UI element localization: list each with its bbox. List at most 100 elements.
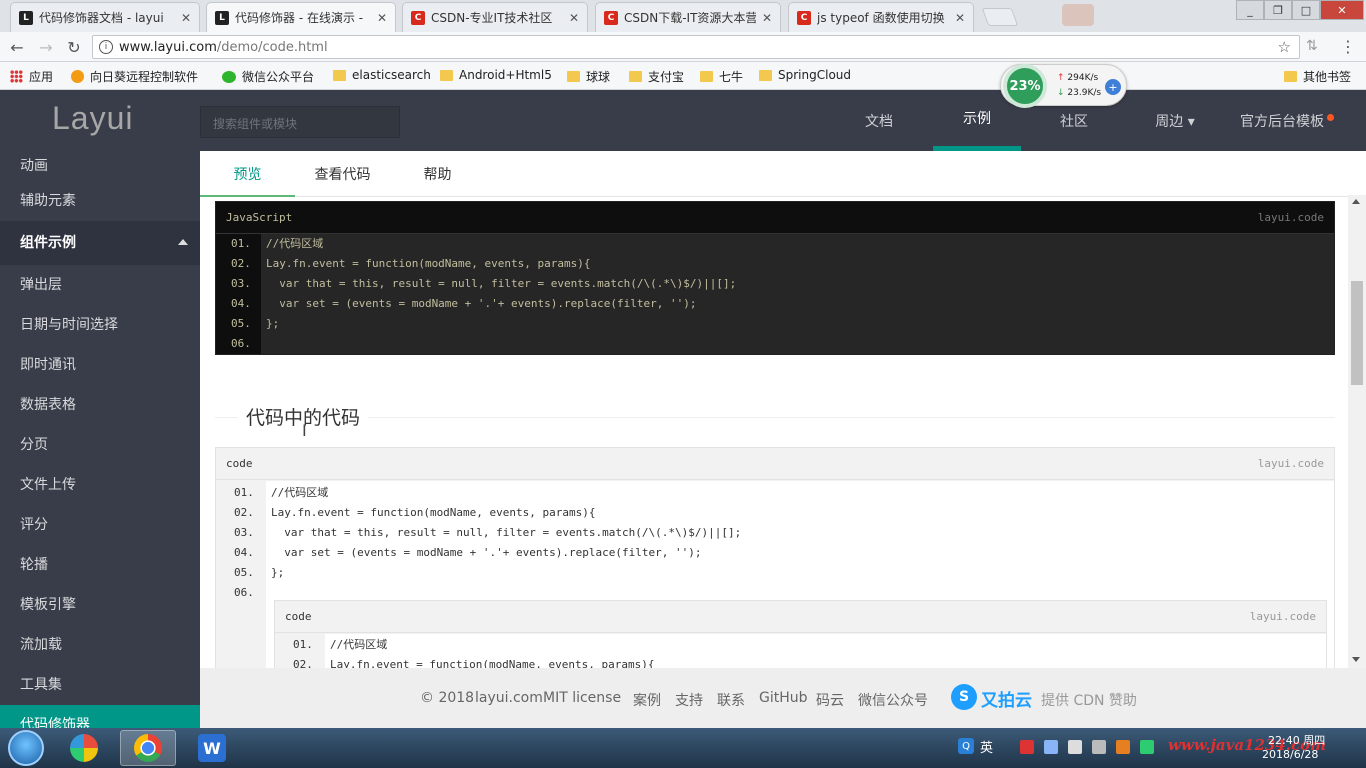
footer-license-link[interactable]: MIT license bbox=[543, 690, 621, 706]
minimize-icon[interactable]: _ bbox=[1236, 0, 1264, 20]
code-body: 01. //代码区域 02. Lay.fn.event = function(mod… bbox=[216, 234, 1334, 354]
star-icon[interactable]: ☆ bbox=[1278, 38, 1291, 56]
chrome-icon bbox=[134, 734, 162, 762]
tray-network-icon[interactable] bbox=[1044, 740, 1058, 754]
upyun-icon[interactable]: S bbox=[951, 684, 977, 710]
line-number: 03. bbox=[231, 277, 251, 290]
sidebar-item-laydate[interactable]: 日期与时间选择 bbox=[0, 305, 200, 345]
taskbar-app-360[interactable] bbox=[56, 730, 112, 766]
other-bookmarks[interactable]: 其他书签 bbox=[1284, 68, 1351, 85]
footer-link-cases[interactable]: 案例 bbox=[633, 690, 661, 710]
sidebar-item-layer[interactable]: 弹出层 bbox=[0, 265, 200, 305]
bookmark-sunflower[interactable]: 向日葵远程控制软件 bbox=[71, 68, 198, 85]
tab-view-code[interactable]: 查看代码 bbox=[300, 151, 385, 197]
profile-button[interactable] bbox=[1062, 4, 1094, 26]
footer-link-github[interactable]: GitHub bbox=[759, 690, 808, 706]
scroll-up-icon[interactable] bbox=[1352, 199, 1360, 204]
reload-icon[interactable]: ↻ bbox=[63, 37, 85, 57]
bookmark-folder[interactable]: SpringCloud bbox=[759, 68, 851, 82]
csdn-icon: C bbox=[604, 10, 618, 25]
sidebar-item-table[interactable]: 数据表格 bbox=[0, 385, 200, 425]
info-icon[interactable]: i bbox=[99, 40, 113, 54]
line-number: 06. bbox=[231, 337, 251, 350]
footer-link-support[interactable]: 支持 bbox=[675, 690, 703, 710]
scroll-down-icon[interactable] bbox=[1352, 657, 1360, 662]
sidebar-item-im[interactable]: 即时通讯 bbox=[0, 345, 200, 385]
network-monitor-widget[interactable]: 23% ↑ 294K/s ↓ 23.9K/s + bbox=[1000, 64, 1127, 108]
taskbar-app-chrome[interactable] bbox=[120, 730, 176, 766]
sidebar-item-auxiliary[interactable]: 辅助元素 bbox=[0, 181, 200, 221]
back-icon[interactable]: ← bbox=[6, 37, 28, 57]
forward-icon[interactable]: → bbox=[35, 37, 57, 57]
browser-tab[interactable]: C CSDN下载-IT资源大本营 ✕ bbox=[595, 2, 781, 32]
footer-link-gitee[interactable]: 码云 bbox=[816, 690, 844, 710]
close-icon[interactable]: ✕ bbox=[377, 11, 387, 25]
tray-device-icon[interactable] bbox=[1068, 740, 1082, 754]
nav-docs[interactable]: 文档 bbox=[845, 90, 913, 151]
close-icon[interactable]: ✕ bbox=[955, 11, 965, 25]
site-search-input[interactable]: 搜索组件或模块 bbox=[200, 106, 400, 138]
new-tab-button[interactable] bbox=[981, 8, 1019, 26]
maximize-icon[interactable]: □ bbox=[1292, 0, 1320, 20]
clock-time[interactable]: 22:40 周四 bbox=[1268, 732, 1325, 748]
restore-icon[interactable]: ❐ bbox=[1264, 0, 1292, 20]
sidebar-item-template[interactable]: 模板引擎 bbox=[0, 585, 200, 625]
sponsor-name[interactable]: 又拍云 bbox=[981, 686, 1032, 711]
bookmark-folder[interactable]: 支付宝 bbox=[629, 68, 684, 85]
site-logo[interactable]: Layui bbox=[52, 100, 134, 137]
close-icon[interactable]: ✕ bbox=[181, 11, 191, 25]
footer-site-link[interactable]: layui.com bbox=[475, 690, 543, 706]
code-line: 01. //代码区域 bbox=[275, 635, 387, 655]
tray-shield-icon[interactable] bbox=[1140, 740, 1154, 754]
bookmark-folder[interactable]: Android+Html5 bbox=[440, 68, 552, 82]
line-number: 01. bbox=[293, 638, 313, 651]
input-language[interactable]: 英 bbox=[980, 737, 993, 756]
tab-preview[interactable]: 预览 bbox=[200, 151, 295, 197]
sidebar-group-components[interactable]: 组件示例 bbox=[0, 221, 200, 265]
close-icon[interactable]: ✕ bbox=[569, 11, 579, 25]
sidebar-item-pagination[interactable]: 分页 bbox=[0, 425, 200, 465]
ime-icon[interactable]: Q bbox=[958, 738, 974, 754]
sidebar-item-code[interactable]: 代码修饰器 bbox=[0, 705, 200, 728]
tab-title: 代码修饰器文档 - layui bbox=[39, 11, 164, 25]
download-speed: ↓ 23.9K/s bbox=[1057, 88, 1101, 98]
close-icon[interactable]: ✕ bbox=[762, 11, 772, 25]
window-close-icon[interactable]: ✕ bbox=[1320, 0, 1364, 20]
browser-tab[interactable]: C CSDN-专业IT技术社区 ✕ bbox=[402, 2, 588, 32]
tab-help[interactable]: 帮助 bbox=[400, 151, 475, 197]
bookmark-folder[interactable]: 七牛 bbox=[700, 68, 743, 85]
clock-date[interactable]: 2018/6/28 bbox=[1262, 748, 1318, 761]
code-line: 05.}; bbox=[216, 563, 284, 583]
bookmark-wechat[interactable]: 微信公众平台 bbox=[222, 68, 314, 85]
sidebar-item-rate[interactable]: 评分 bbox=[0, 505, 200, 545]
tray-security-icon[interactable] bbox=[1116, 740, 1130, 754]
browser-tab[interactable]: C js typeof 函数使用切换 ✕ bbox=[788, 2, 974, 32]
start-button-icon[interactable] bbox=[8, 730, 44, 766]
sidebar-item-upload[interactable]: 文件上传 bbox=[0, 465, 200, 505]
line-text bbox=[261, 337, 266, 350]
sidebar-item-animation[interactable]: 动画 bbox=[0, 151, 200, 181]
vertical-scrollbar[interactable] bbox=[1348, 195, 1366, 668]
bookmark-folder[interactable]: elasticsearch bbox=[333, 68, 431, 82]
bookmark-folder[interactable]: 球球 bbox=[567, 68, 610, 85]
browser-tab[interactable]: L 代码修饰器文档 - layui ✕ bbox=[10, 2, 200, 32]
menu-icon[interactable]: ⋮ bbox=[1340, 37, 1356, 56]
nav-admin-template[interactable]: 官方后台模板 bbox=[1232, 90, 1332, 151]
tray-app-icon[interactable] bbox=[1020, 740, 1034, 754]
sidebar-item-util[interactable]: 工具集 bbox=[0, 665, 200, 705]
footer-link-wechat[interactable]: 微信公众号 bbox=[858, 690, 928, 710]
scrollbar-thumb[interactable] bbox=[1351, 281, 1363, 385]
browser-tab-active[interactable]: L 代码修饰器 - 在线演示 - ✕ bbox=[206, 2, 396, 32]
tray-display-icon[interactable] bbox=[1092, 740, 1106, 754]
bookmark-apps[interactable]: 应用 bbox=[10, 68, 53, 85]
folder-icon bbox=[700, 71, 713, 82]
nav-more-dropdown[interactable]: 周边 ▾ bbox=[1135, 90, 1215, 151]
boost-icon[interactable]: + bbox=[1105, 79, 1121, 95]
taskbar-app-wps[interactable]: W bbox=[184, 730, 240, 766]
address-bar[interactable]: i www.layui.com /demo/code.html ☆ bbox=[92, 35, 1300, 59]
sidebar-item-flow[interactable]: 流加载 bbox=[0, 625, 200, 665]
footer-link-contact[interactable]: 联系 bbox=[717, 690, 745, 710]
sidebar-item-carousel[interactable]: 轮播 bbox=[0, 545, 200, 585]
line-text: Lay.fn.event = function(modName, events,… bbox=[271, 506, 596, 519]
extension-icon[interactable]: ⇅ bbox=[1306, 38, 1318, 54]
